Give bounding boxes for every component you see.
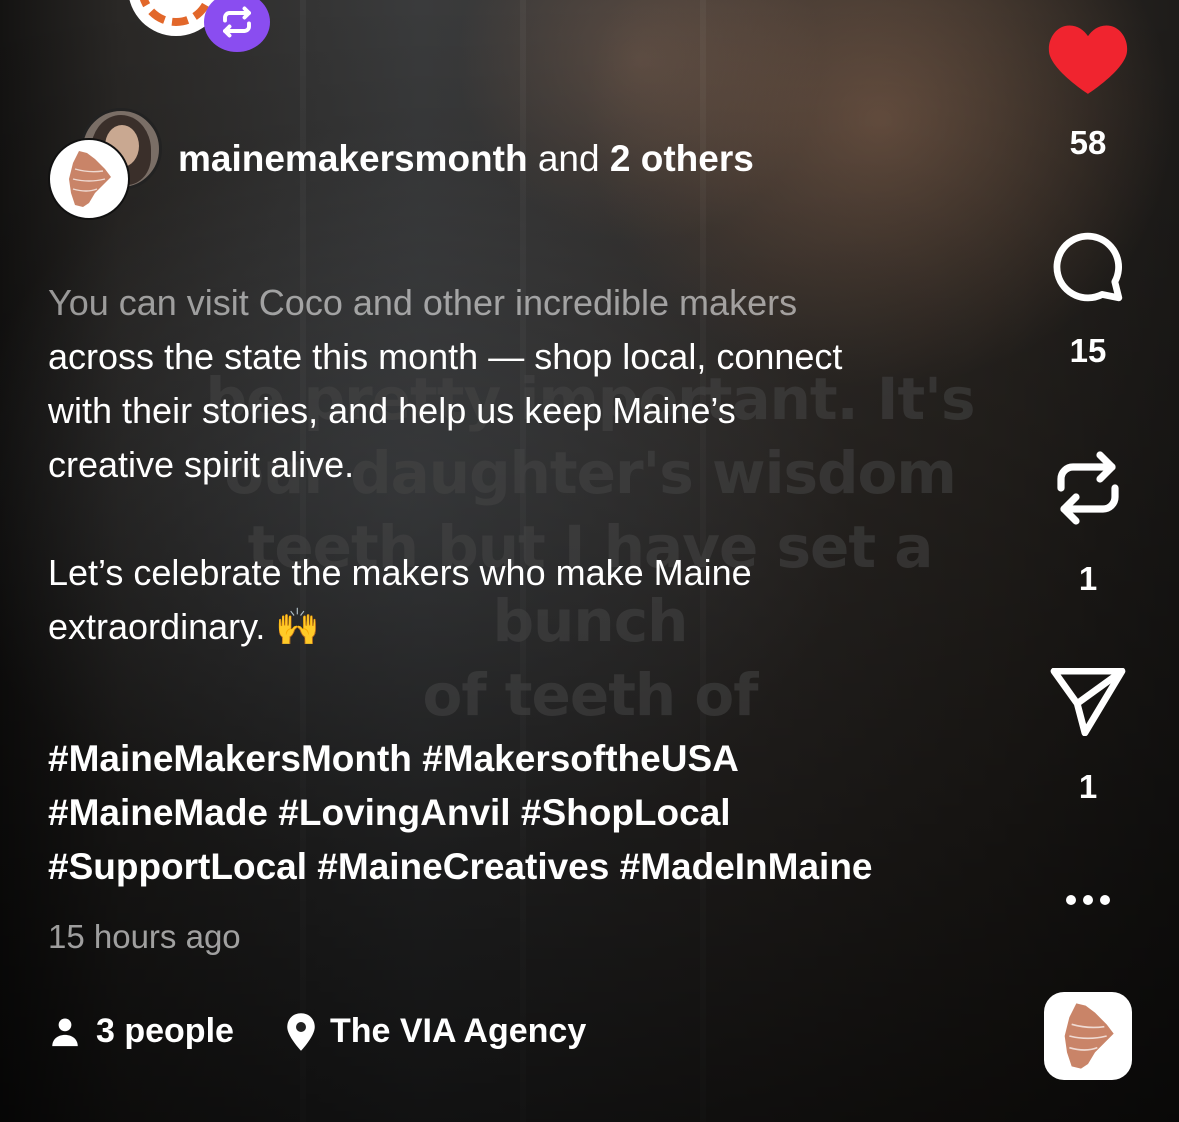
post-meta: 3 people The VIA Agency [48,1012,638,1051]
author-others[interactable]: 2 others [610,138,754,179]
author-joiner: and [537,138,600,179]
location-pin-icon [287,1012,315,1051]
share-button[interactable] [1046,668,1130,736]
like-button[interactable] [1046,22,1130,94]
more-options-button[interactable] [1046,892,1130,908]
like-count[interactable]: 58 [1046,124,1130,162]
location-button[interactable]: The VIA Agency [286,1012,586,1051]
location-label: The VIA Agency [329,1012,587,1050]
comment-count[interactable]: 15 [1046,332,1130,370]
tagged-people-label: 3 people [96,1012,234,1050]
overlay-line: of teeth of [422,661,759,729]
hashtag-line[interactable]: #MaineMade #LovingAnvil #ShopLocal [48,786,998,840]
heart-icon [1048,25,1128,94]
post-caption[interactable]: You can visit Coco and other incredible … [48,276,978,654]
repost-button[interactable] [1046,448,1130,528]
repost-count[interactable]: 1 [1046,560,1130,598]
caption-line: Let’s celebrate the makers who make Main… [48,552,752,593]
hashtag-line[interactable]: #MaineMakersMonth #MakersoftheUSA [48,732,998,786]
caption-line: creative spirit alive. [48,444,355,485]
tagged-people-button[interactable]: 3 people [48,1012,234,1051]
caption-line: extraordinary. 🙌 [48,606,321,647]
comment-icon [1053,232,1123,302]
hashtag-line[interactable]: #SupportLocal #MaineCreatives #MadeInMai… [48,840,998,894]
hashtags[interactable]: #MaineMakersMonth #MakersoftheUSA #Maine… [48,732,998,894]
caption-line: across the state this month — shop local… [48,336,843,377]
caption-line: You can visit Coco and other incredible … [48,282,798,323]
maine-logo-icon [1064,1003,1114,1069]
comment-button[interactable] [1046,230,1130,304]
person-icon [52,1018,78,1046]
send-icon [1050,668,1126,736]
author-username[interactable]: mainemakersmonth [178,138,528,179]
share-count[interactable]: 1 [1046,768,1130,806]
more-icon [1066,895,1110,905]
maine-logo-icon [69,151,111,207]
audio-source-tile[interactable] [1044,992,1132,1080]
caption-line: with their stories, and help us keep Mai… [48,390,736,431]
repost-icon [1057,451,1119,525]
author-avatar[interactable] [48,138,130,220]
post-timestamp: 15 hours ago [48,918,241,955]
author-line[interactable]: mainemakersmonth and 2 others [178,136,754,182]
